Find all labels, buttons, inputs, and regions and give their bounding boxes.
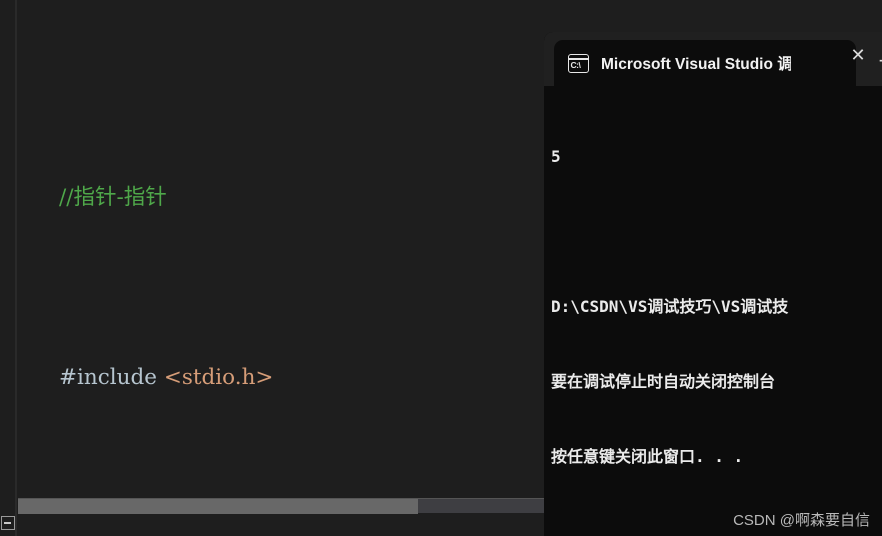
console-cmd-icon xyxy=(568,53,589,73)
console-output-line: 按任意键关闭此窗口. . . xyxy=(551,447,744,466)
console-tab-title: Microsoft Visual Studio 调试控 xyxy=(601,56,791,73)
include-path: <stdio.h> xyxy=(163,365,274,390)
console-titlebar[interactable]: Microsoft Visual Studio 调试控 ✕ + xyxy=(544,32,882,86)
code-comment: //指针-指针 xyxy=(59,185,167,210)
console-tab-active[interactable]: Microsoft Visual Studio 调试控 xyxy=(554,40,856,86)
watermark: CSDN @啊森要自信 xyxy=(733,512,870,529)
console-output[interactable]: 5 D:\CSDN\VS调试技巧\VS调试技 要在调试停止时自动关闭控制台 按任… xyxy=(544,86,882,536)
console-output-line: 要在调试停止时自动关闭控制台 xyxy=(551,372,776,391)
new-tab-icon[interactable]: + xyxy=(874,50,882,72)
console-window[interactable]: Microsoft Visual Studio 调试控 ✕ + 5 D:\CSD… xyxy=(544,32,882,536)
code-line[interactable]: //指针-指针 xyxy=(0,144,560,210)
fold-collapse-icon[interactable] xyxy=(1,516,15,530)
horizontal-scrollbar-thumb[interactable] xyxy=(18,499,418,514)
close-icon[interactable]: ✕ xyxy=(848,45,868,65)
console-output-line: D:\CSDN\VS调试技巧\VS调试技 xyxy=(551,297,789,316)
horizontal-scrollbar[interactable] xyxy=(18,498,558,514)
console-output-line: 5 xyxy=(551,147,561,166)
code-text-area[interactable]: //指针-指针 #include <stdio.h> int strl(char… xyxy=(0,0,560,536)
preprocessor-directive: #include xyxy=(59,365,164,390)
console-output-blank xyxy=(551,219,882,244)
code-line[interactable]: #include <stdio.h> xyxy=(0,324,560,390)
